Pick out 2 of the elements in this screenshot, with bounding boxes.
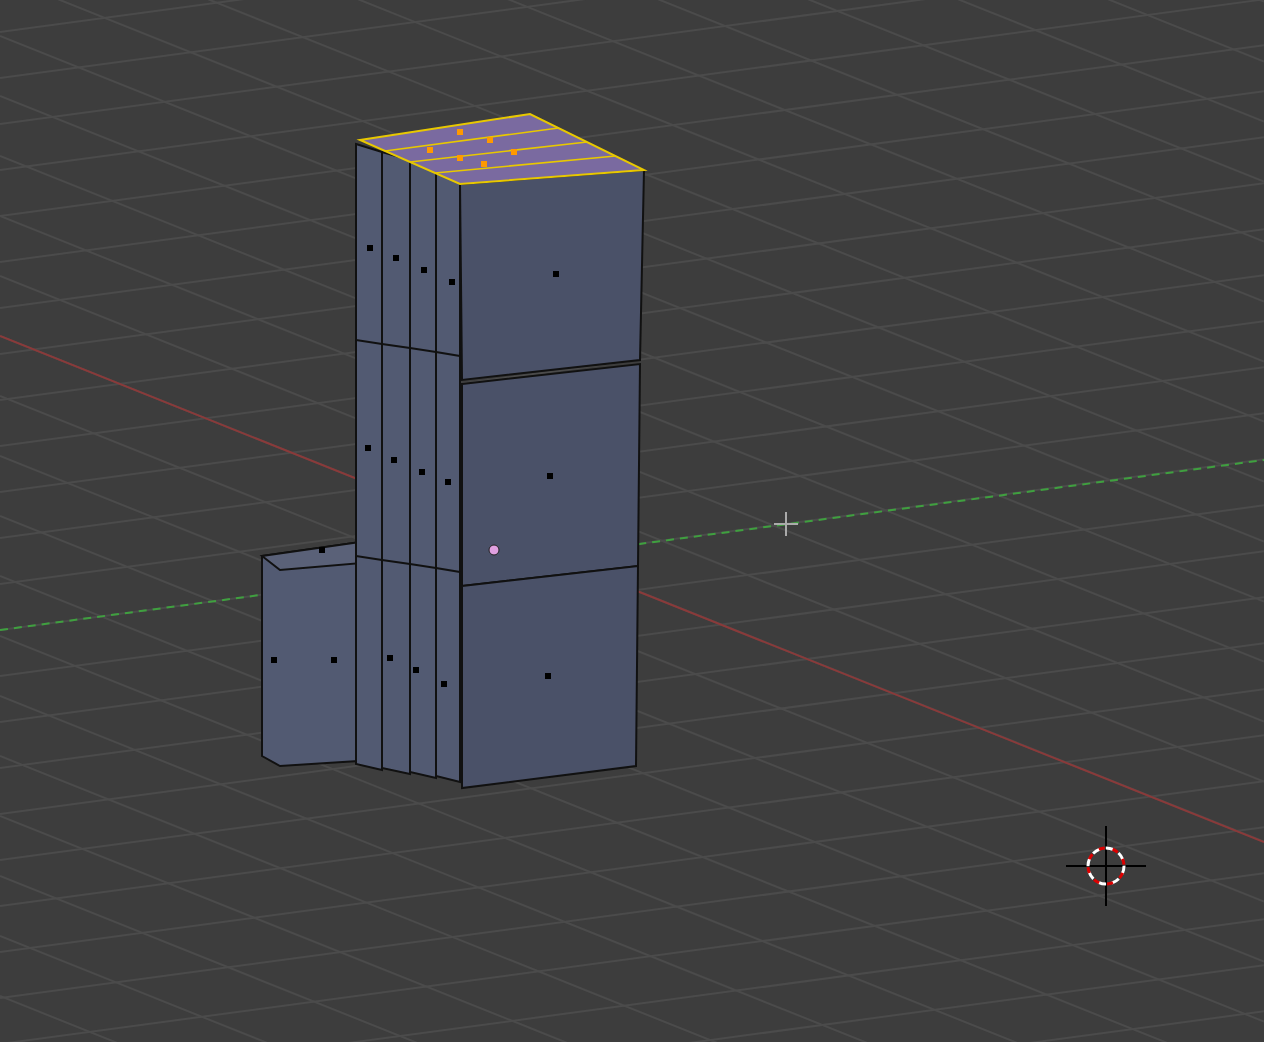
crosshair-cursor-icon	[1065, 825, 1147, 907]
origin-plus-icon	[773, 511, 799, 537]
